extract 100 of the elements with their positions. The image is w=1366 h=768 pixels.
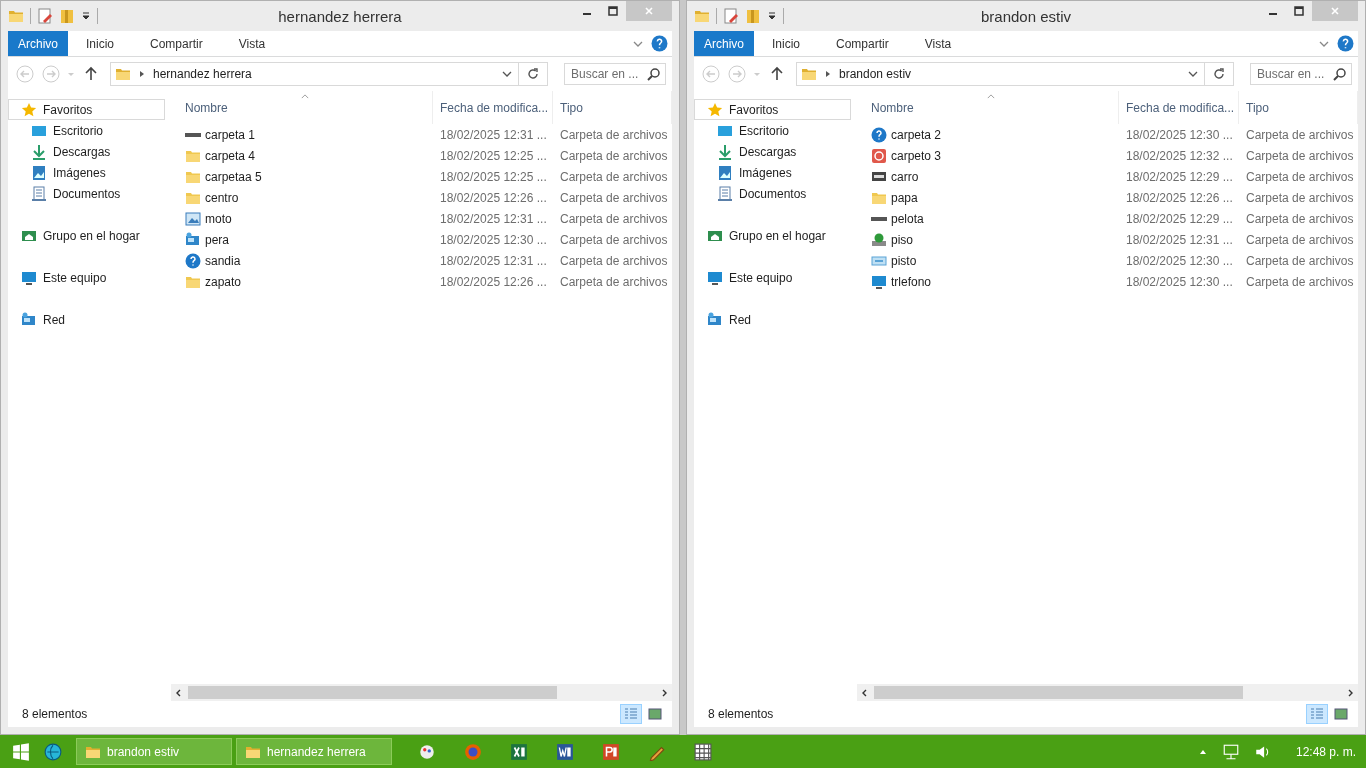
- nav-item[interactable]: Descargas: [8, 141, 165, 162]
- column-header[interactable]: Fecha de modifica...: [1119, 91, 1239, 124]
- column-header[interactable]: Fecha de modifica...: [433, 91, 553, 124]
- nav-item[interactable]: Grupo en el hogar: [8, 225, 165, 246]
- nav-item[interactable]: Este equipo: [8, 267, 165, 288]
- type-cell-text: Carpeta de archivos: [1245, 274, 1355, 289]
- file-name[interactable]: carpeto 3: [857, 147, 1119, 164]
- file-name[interactable]: sandia: [171, 252, 433, 269]
- file-name[interactable]: carro: [857, 168, 1119, 185]
- nav-item[interactable]: Escritorio: [8, 120, 165, 141]
- help-icon[interactable]: [651, 35, 668, 52]
- type-cell-text: Carpeta de archivos: [1245, 211, 1355, 226]
- date-cell-text: 18/02/2025 12:32 ...: [1125, 148, 1234, 163]
- refresh-icon[interactable]: [1211, 66, 1227, 82]
- search-field[interactable]: Buscar en ...: [1250, 63, 1352, 85]
- close-icon: [1330, 6, 1340, 16]
- file-name[interactable]: moto: [171, 210, 433, 227]
- file-name[interactable]: trlefono: [857, 273, 1119, 290]
- date-cell-text: 18/02/2025 12:26 ...: [439, 274, 548, 289]
- date-cell-text: 18/02/2025 12:26 ...: [439, 190, 548, 205]
- properties-icon[interactable]: [37, 8, 53, 24]
- type-cell-text: Carpeta de archivos: [559, 127, 669, 142]
- address-bar[interactable]: brandon estiv: [796, 62, 1234, 86]
- file-name[interactable]: pelota: [857, 211, 1119, 226]
- dropdown-icon[interactable]: [81, 11, 91, 21]
- horizontal-scrollbar[interactable]: [857, 684, 1358, 701]
- file-tab[interactable]: Archivo: [694, 31, 754, 56]
- ribbon-tab[interactable]: Inicio: [754, 31, 819, 56]
- folder-icon: [801, 66, 817, 82]
- properties-icon[interactable]: [723, 8, 739, 24]
- column-header[interactable]: Tipo: [553, 91, 672, 124]
- ribbon-tab[interactable]: Compartir: [818, 31, 907, 56]
- file-name[interactable]: carpeta 1: [171, 127, 433, 142]
- picture-icon: [1334, 707, 1348, 721]
- presentation-icon[interactable]: [602, 742, 620, 761]
- address-text: brandon estiv: [839, 67, 913, 81]
- scrollbar-thumb[interactable]: [188, 686, 557, 699]
- file-name[interactable]: carpetaa 5: [171, 168, 433, 185]
- monitor-icon: [871, 273, 887, 290]
- refresh-icon[interactable]: [525, 66, 541, 82]
- network-icon[interactable]: [1221, 742, 1240, 761]
- date-cell-text: 18/02/2025 12:31 ...: [439, 253, 548, 268]
- network-icon: [21, 311, 37, 328]
- search-icon[interactable]: [1332, 66, 1348, 82]
- search-field[interactable]: Buscar en ...: [564, 63, 666, 85]
- maximize-icon: [608, 6, 618, 16]
- search-icon[interactable]: [646, 66, 662, 82]
- file-name[interactable]: pera: [171, 231, 433, 248]
- grid-icon[interactable]: [694, 742, 712, 761]
- file-name[interactable]: zapato: [171, 273, 433, 290]
- spreadsheet-icon[interactable]: [510, 742, 528, 761]
- new-folder-icon[interactable]: [59, 8, 75, 24]
- scrollbar-thumb[interactable]: [874, 686, 1243, 699]
- address-bar[interactable]: hernandez herrera: [110, 62, 548, 86]
- nav-item[interactable]: Documentos: [694, 183, 851, 204]
- file-name[interactable]: carpeta 4: [171, 147, 433, 164]
- download-icon: [717, 143, 733, 160]
- file-name[interactable]: carpeta 2: [857, 126, 1119, 143]
- nav-item[interactable]: Imágenes: [694, 162, 851, 183]
- horizontal-scrollbar[interactable]: [171, 684, 672, 701]
- nav-item[interactable]: Favoritos: [694, 99, 851, 120]
- dropdown-icon[interactable]: [502, 69, 512, 79]
- file-name[interactable]: centro: [171, 189, 433, 206]
- nav-item[interactable]: Documentos: [8, 183, 165, 204]
- word-processor-icon[interactable]: [556, 742, 574, 761]
- nav-item[interactable]: Favoritos: [8, 99, 165, 120]
- ribbon-tab[interactable]: Vista: [220, 31, 284, 56]
- new-folder-icon[interactable]: [745, 8, 761, 24]
- details-list-icon: [624, 707, 638, 721]
- file-tab[interactable]: Archivo: [8, 31, 68, 56]
- nav-item[interactable]: Imágenes: [8, 162, 165, 183]
- download-icon: [31, 143, 47, 160]
- column-header[interactable]: Nombre: [857, 91, 1119, 124]
- nav-item[interactable]: Grupo en el hogar: [694, 225, 851, 246]
- file-name[interactable]: pisto: [857, 252, 1119, 269]
- details-list-icon: [1310, 707, 1324, 721]
- column-header[interactable]: Tipo: [1239, 91, 1358, 124]
- help-icon[interactable]: [1337, 35, 1354, 52]
- type-cell-text: Carpeta de archivos: [1245, 190, 1355, 205]
- dropdown-icon[interactable]: [1188, 69, 1198, 79]
- paint-icon[interactable]: [418, 742, 436, 761]
- dropdown-icon[interactable]: [767, 11, 777, 21]
- address-text: hernandez herrera: [153, 67, 253, 81]
- date-cell-text: 18/02/2025 12:29 ...: [1125, 169, 1234, 184]
- monitor-icon: [21, 269, 37, 286]
- nav-item[interactable]: Red: [8, 309, 165, 330]
- windows-logo-icon[interactable]: [12, 742, 30, 761]
- globe-icon[interactable]: [44, 742, 62, 761]
- column-header[interactable]: Nombre: [171, 91, 433, 124]
- nav-item[interactable]: Red: [694, 309, 851, 330]
- ribbon-tab[interactable]: Compartir: [132, 31, 221, 56]
- drive-icon: [871, 216, 887, 221]
- ribbon-tab[interactable]: Inicio: [68, 31, 133, 56]
- file-name[interactable]: piso: [857, 231, 1119, 248]
- nav-item[interactable]: Descargas: [694, 141, 851, 162]
- nav-item[interactable]: Escritorio: [694, 120, 851, 141]
- ribbon-tab[interactable]: Vista: [906, 31, 970, 56]
- sort-caret-icon: [987, 94, 995, 99]
- nav-item[interactable]: Este equipo: [694, 267, 851, 288]
- file-name[interactable]: papa: [857, 189, 1119, 206]
